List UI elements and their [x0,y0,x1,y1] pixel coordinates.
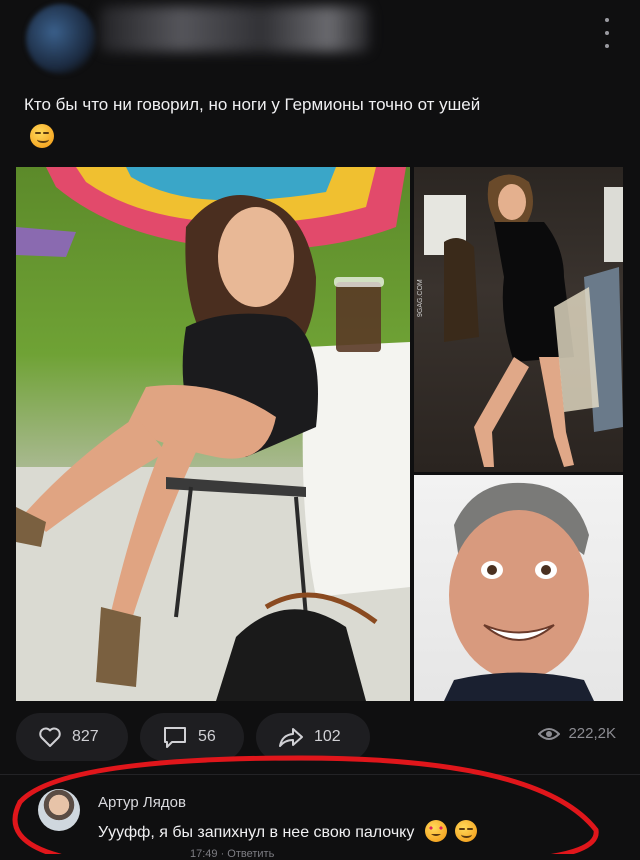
share-arrow-icon [279,728,303,747]
share-button[interactable]: 102 [256,713,370,761]
post-actions-bar: 827 56 102 222,2K [0,713,640,761]
smirk-emoji-icon [30,124,54,148]
eye-icon [538,727,561,740]
more-options-icon[interactable] [600,18,614,48]
comment-text: Уууфф, я бы запихнул в нее свою палочку [98,820,478,842]
comment-button[interactable]: 56 [140,713,244,761]
comment-author[interactable]: Артур Лядов [98,794,186,811]
heart-eyes-emoji-icon [424,820,447,842]
divider [0,774,640,775]
woman-dancing-photo[interactable]: 9GAG.COM [414,167,623,472]
like-button[interactable]: 827 [16,713,128,761]
author-avatar-blurred[interactable] [26,4,96,74]
comment-icon [164,727,186,748]
comment-meta: 17:49 · Ответить [190,848,275,860]
woman-sitting-photo[interactable] [16,167,410,701]
comment-count: 56 [198,728,216,745]
post-text: Кто бы что ни говорил, но ноги у Гермион… [24,95,481,114]
like-count: 827 [72,728,99,745]
views-count: 222,2K [568,725,616,742]
share-count: 102 [314,728,341,745]
smirk-emoji-icon [455,820,478,842]
comment-body: Уууфф, я бы запихнул в нее свою палочку [98,824,415,841]
smiling-man-photo[interactable] [414,475,623,701]
commenter-avatar[interactable] [38,789,80,831]
views-counter: 222,2K [538,725,616,742]
watermark-text: 9GAG.COM [417,279,424,317]
heart-icon [39,727,61,747]
post-header [0,0,640,80]
author-name-blurred[interactable] [100,6,370,52]
